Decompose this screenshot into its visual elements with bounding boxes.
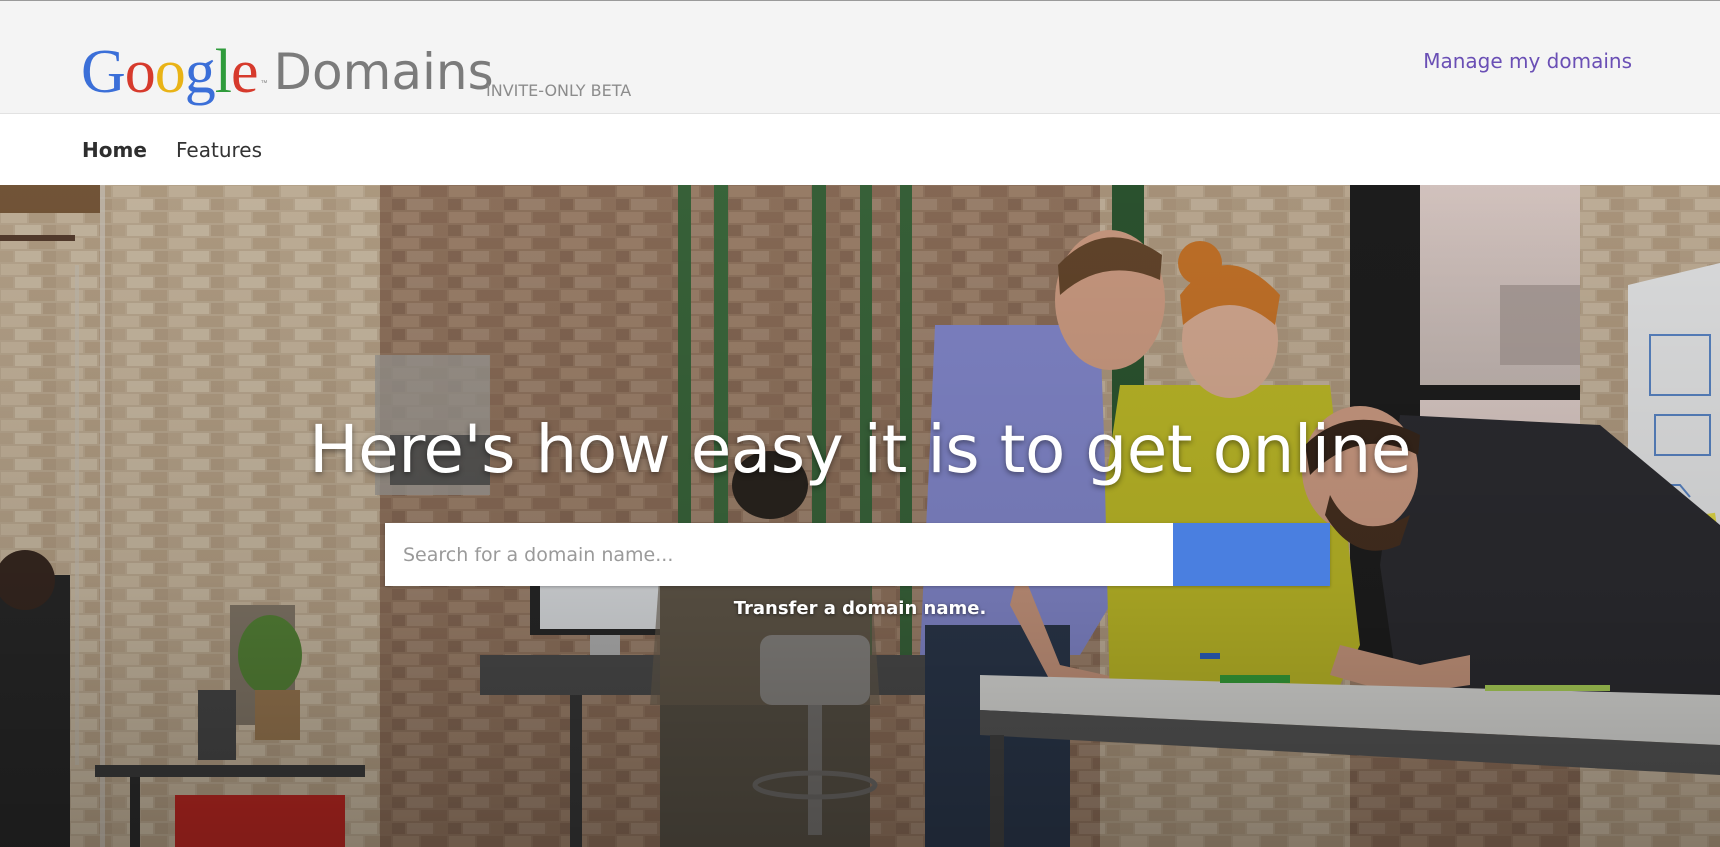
hero-section: Here's how easy it is to get online Tran… [0, 185, 1720, 847]
site-header: Google ™ Domains INVITE-ONLY BETA Manage… [0, 0, 1720, 114]
beta-label: INVITE-ONLY BETA [486, 81, 632, 100]
transfer-domain-link[interactable]: Transfer a domain name. [0, 598, 1720, 619]
main-nav: Home Features [0, 114, 1720, 185]
domain-search-input[interactable] [385, 523, 1173, 586]
logo-letter: o [154, 38, 186, 106]
google-wordmark: Google ™ [81, 38, 268, 106]
nav-item-features[interactable]: Features [176, 138, 262, 162]
search-button[interactable] [386, 523, 1330, 586]
logo-letter: e [231, 38, 259, 106]
logo-letter: o [124, 38, 156, 106]
logo-letter: l [214, 38, 232, 106]
google-domains-logo[interactable]: Google ™ Domains [81, 31, 494, 105]
logo-letter: g [184, 38, 216, 106]
trademark-symbol: ™ [260, 80, 268, 87]
logo-letter: G [81, 38, 126, 106]
nav-item-home[interactable]: Home [82, 138, 147, 162]
hero-background-photo [0, 185, 1720, 847]
domain-search-form [385, 523, 1330, 586]
hero-title: Here's how easy it is to get online [309, 411, 1412, 488]
manage-my-domains-link[interactable]: Manage my domains [1423, 49, 1632, 73]
product-name: Domains [273, 43, 494, 101]
